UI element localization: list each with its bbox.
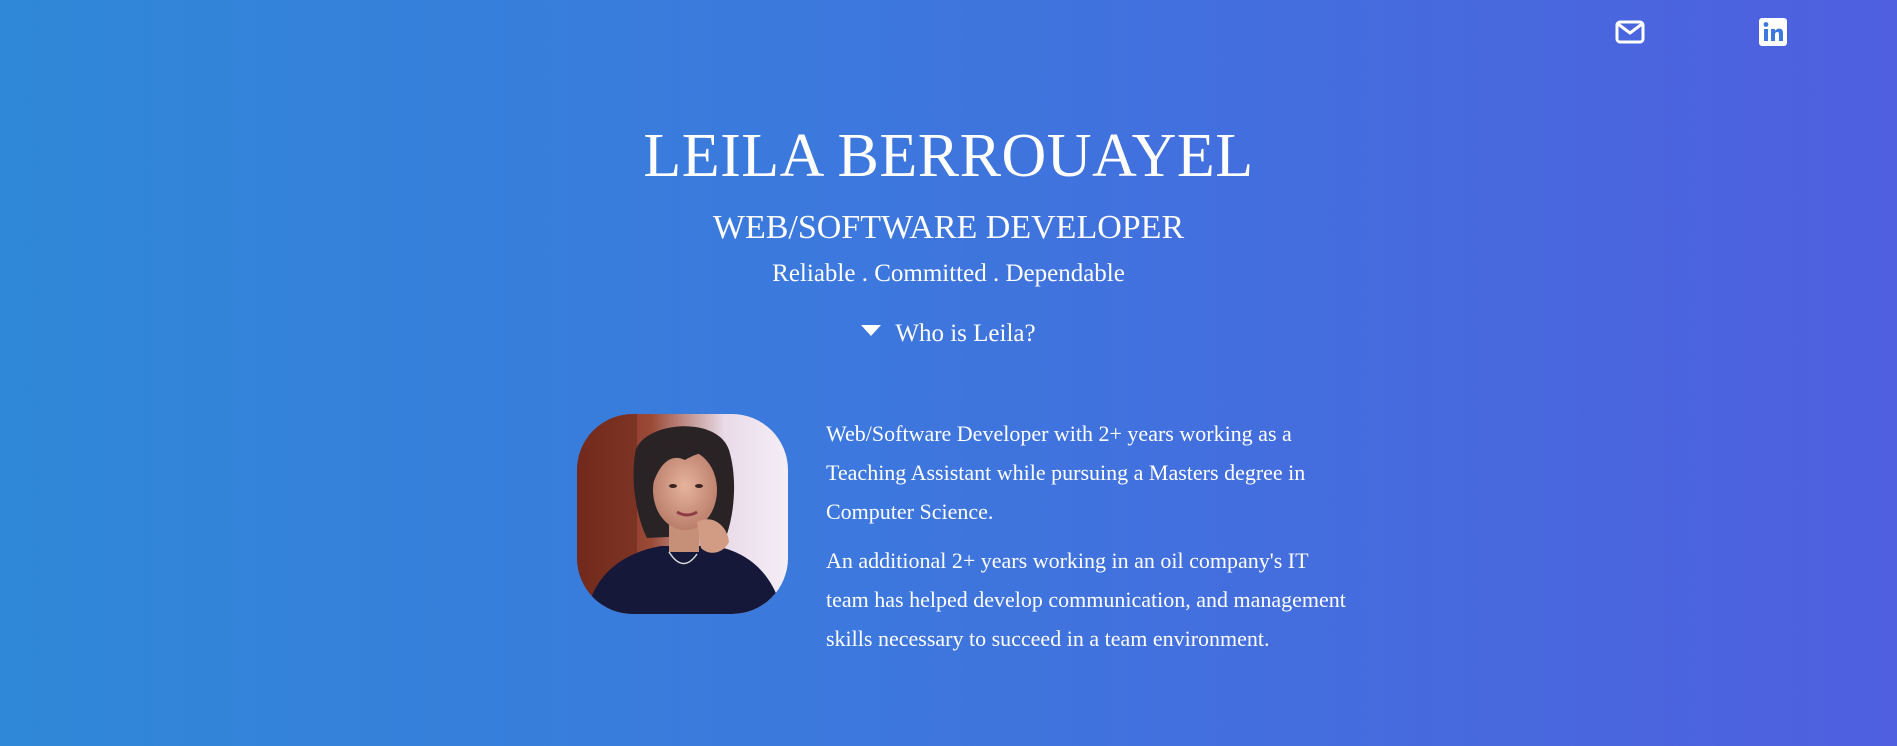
mail-icon [1615, 20, 1645, 44]
bio-paragraph-1: Web/Software Developer with 2+ years wor… [826, 421, 1306, 524]
linkedin-link[interactable] [1757, 16, 1789, 48]
bio-paragraph-2: An additional 2+ years working in an oil… [826, 548, 1346, 651]
tagline: Reliable . Committed . Dependable [772, 260, 1125, 287]
linkedin-icon [1759, 18, 1787, 46]
about-toggle-label: Who is Leila? [895, 320, 1036, 347]
about-toggle[interactable]: Who is Leila? [0, 318, 1897, 350]
bio: Web/Software Developer with 2+ years wor… [826, 414, 1346, 668]
profile-photo [577, 414, 788, 614]
page-title: LEILA BERROUAYEL [643, 122, 1254, 190]
social-links [1477, 0, 1897, 66]
caret-down-icon [861, 325, 882, 336]
hero: LEILA BERROUAYEL WEB/SOFTWARE DEVELOPER … [0, 118, 1897, 290]
job-title: WEB/SOFTWARE DEVELOPER [712, 209, 1185, 246]
mail-link[interactable] [1614, 16, 1646, 48]
